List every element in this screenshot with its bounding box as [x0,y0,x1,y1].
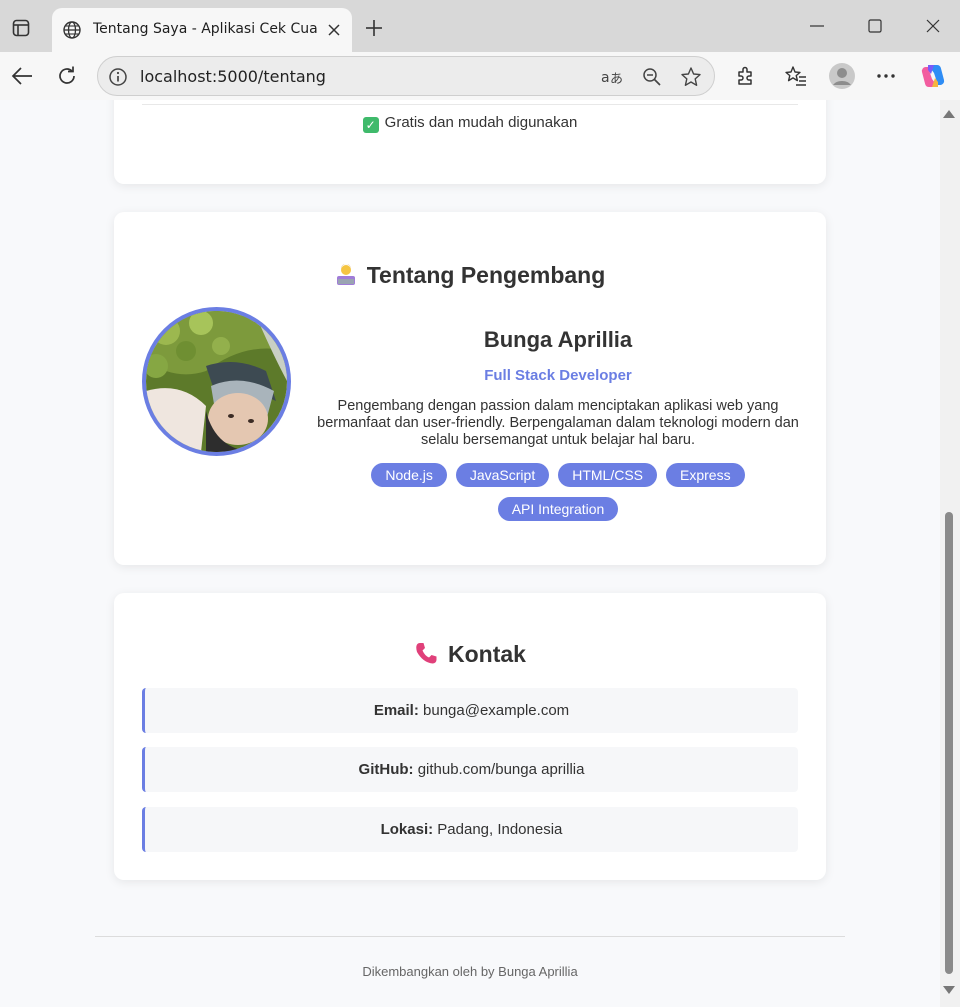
developer-section-title: Tentang Pengembang [114,262,826,289]
contact-value-email[interactable]: bunga@example.com [423,702,569,719]
globe-icon [62,20,82,40]
browser-tab-bar: Tentang Saya - Aplikasi Cek Cuaca [0,0,960,52]
close-tab-icon[interactable] [324,20,344,40]
feature-divider [142,104,798,105]
browser-tab-active[interactable]: Tentang Saya - Aplikasi Cek Cuaca [52,8,352,52]
skill-tag: Node.js [371,463,447,487]
developer-description: Pengembang dengan passion dalam mencipta… [317,398,799,448]
tab-actions-icon[interactable] [10,17,32,39]
developer-role: Full Stack Developer [484,367,632,384]
developer-info: Bunga Aprillia Full Stack Developer Peng… [314,327,802,521]
contact-label: Lokasi: [380,821,434,838]
favorites-list-icon[interactable] [782,62,810,90]
more-options-icon[interactable] [872,62,900,90]
new-tab-icon[interactable] [362,16,386,40]
site-info-icon[interactable] [108,67,128,87]
extensions-icon[interactable] [732,62,760,90]
skill-tags: Node.js JavaScript HTML/CSS Express API … [314,463,802,521]
footer-text: Dikembangkan oleh by Bunga Aprillia [362,964,578,979]
url-text: localhost:5000/tentang [140,67,326,86]
contact-value-location: Padang, Indonesia [437,821,563,838]
read-aloud-translate-icon[interactable]: aあ [601,66,623,88]
contact-item-email: Email: bunga@example.com [142,688,798,733]
zoom-out-icon[interactable] [641,66,663,88]
close-window-icon[interactable] [918,14,948,38]
maximize-window-icon[interactable] [860,14,890,38]
contact-section-title: Kontak [114,641,826,668]
contact-label: Email: [373,702,419,719]
contact-item-location: Lokasi: Padang, Indonesia [142,807,798,852]
scrollbar-thumb[interactable] [945,512,953,974]
svg-text:a: a [601,70,610,86]
developer-avatar [142,307,291,456]
developer-card: Tentang Pengembang Bunga Aprillia Full S… [114,212,826,565]
contact-section-title-text: Kontak [448,641,526,667]
skill-tag: JavaScript [455,463,550,487]
contact-card: Kontak Email: bunga@example.com GitHub: … [114,593,826,880]
page-scrollbar[interactable] [940,100,960,1007]
scroll-up-arrow-icon[interactable] [943,110,955,118]
contact-label: GitHub: [358,761,414,778]
favorite-star-icon[interactable] [680,66,702,88]
features-card: ✓ Gratis dan mudah digunakan [114,100,826,184]
contact-value-github[interactable]: github.com/bunga aprillia [418,761,585,778]
developer-name: Bunga Aprillia [483,327,633,352]
telephone-receiver-icon [414,641,438,665]
scroll-down-arrow-icon[interactable] [943,986,955,994]
address-bar[interactable]: localhost:5000/tentang aあ [97,56,715,96]
developer-section-title-text: Tentang Pengembang [366,262,606,288]
svg-text:あ: あ [610,72,623,86]
skill-tag: Express [666,463,745,487]
check-mark-icon: ✓ [362,117,379,133]
technologist-emoji-icon [335,262,355,285]
profile-avatar-icon[interactable] [828,62,856,90]
minimize-window-icon[interactable] [802,14,832,38]
back-arrow-icon[interactable] [8,62,36,90]
skill-tag: API Integration [497,497,619,521]
page-viewport: ✓ Gratis dan mudah digunakan Tentang Peng… [0,100,940,1007]
contact-item-github: GitHub: github.com/bunga aprillia [142,747,798,792]
refresh-icon[interactable] [53,62,81,90]
browser-toolbar: localhost:5000/tentang aあ [0,52,960,100]
footer-divider [95,936,845,937]
feature-text: Gratis dan mudah digunakan [384,114,578,131]
copilot-icon[interactable] [919,62,947,90]
feature-item: ✓ Gratis dan mudah digunakan [114,114,826,133]
tab-title: Tentang Saya - Aplikasi Cek Cuaca [93,21,318,37]
skill-tag: HTML/CSS [558,463,658,487]
